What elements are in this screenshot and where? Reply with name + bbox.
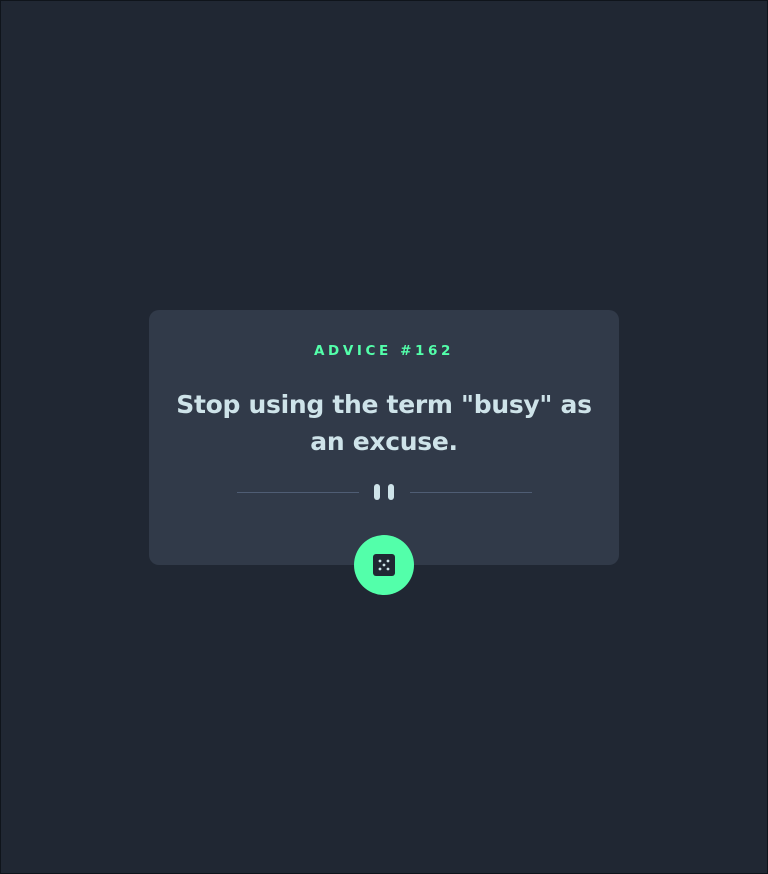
dice-icon <box>373 554 395 576</box>
divider <box>237 484 532 500</box>
advice-number: ADVICE #162 <box>313 343 455 359</box>
pause-bar-left <box>374 484 380 500</box>
pause-icon <box>374 484 395 500</box>
page: { "advice": { "id_label": "ADVICE #162",… <box>0 0 768 874</box>
advice-card: ADVICE #162 Stop using the term "busy" a… <box>149 310 619 565</box>
advice-quote: Stop using the term "busy" as an excuse. <box>176 390 592 456</box>
divider-line-right <box>410 492 532 493</box>
pause-bar-right <box>388 484 394 500</box>
new-advice-button[interactable] <box>354 535 414 595</box>
divider-line-left <box>237 492 359 493</box>
